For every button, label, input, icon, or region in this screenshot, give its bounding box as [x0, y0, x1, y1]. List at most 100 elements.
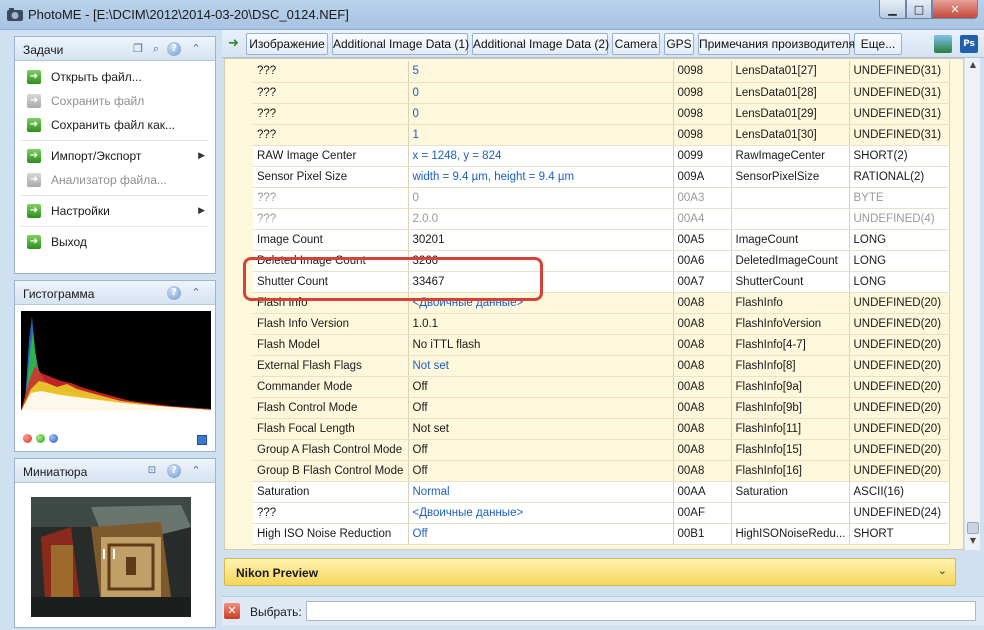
photome-app-icon	[7, 8, 23, 21]
toolbar: ➜ Изображение Additional Image Data (1) …	[222, 30, 984, 58]
task-label: Выход	[51, 235, 87, 249]
tab-camera[interactable]: Camera	[612, 33, 660, 55]
tasks-panel-header: Задачи ❐ ⌕ ? ⌃	[15, 37, 215, 61]
help-icon[interactable]: ?	[167, 42, 181, 56]
help-icon[interactable]: ?	[167, 464, 181, 478]
task-save-file[interactable]: ➜ Сохранить файл	[15, 89, 215, 113]
nikon-preview-bar[interactable]: Nikon Preview ⌄	[224, 558, 956, 586]
table-row[interactable]: Flash Info Version 1.0.1 00A8 FlashInfoVers…	[253, 313, 950, 335]
cell-tag-name	[731, 208, 850, 230]
table-row[interactable]: Image Count 30201 00A5 ImageCount LONG	[253, 229, 950, 251]
table-row[interactable]: External Flash Flags Not set 00A8 FlashInfo…	[253, 355, 950, 377]
search-icon[interactable]: ⌕	[149, 42, 163, 56]
table-row[interactable]: RAW Image Center x = 1248, y = 824 0099 Raw…	[253, 144, 950, 167]
copy-icon[interactable]: ❐	[131, 42, 145, 56]
scrollbar-thumb[interactable]	[967, 522, 979, 534]
cell-name: Commander Mode	[253, 376, 409, 398]
cell-data-type: SHORT(2)	[849, 144, 950, 167]
table-row[interactable]: ??? 5 0098 LensData01[27] UNDEFINED(31)	[253, 61, 950, 83]
help-icon[interactable]: ?	[167, 286, 181, 300]
cell-value: width = 9.4 µm, height = 9.4 µm	[408, 166, 674, 188]
tab-additional-image-data-1[interactable]: Additional Image Data (1)	[332, 33, 469, 55]
cell-tag-code: 00A5	[673, 229, 732, 251]
image-editor-icon[interactable]	[934, 35, 952, 53]
cell-tag-code: 0098	[673, 124, 732, 146]
tab-image[interactable]: Изображение	[246, 33, 328, 55]
table-row[interactable]: ??? 0 0098 LensData01[28] UNDEFINED(31)	[253, 82, 950, 104]
close-button[interactable]: ✕	[932, 0, 978, 19]
table-row[interactable]: ??? 1 0098 LensData01[30] UNDEFINED(31)	[253, 124, 950, 146]
arrow-right-icon: ➜	[27, 70, 41, 84]
go-arrow-icon[interactable]: ➜	[228, 36, 244, 52]
close-select-icon[interactable]: ✕	[224, 603, 240, 619]
cell-data-type: LONG	[849, 271, 950, 293]
cell-name: ???	[253, 502, 409, 524]
green-channel-icon[interactable]	[36, 434, 45, 443]
window-title: PhotoME - [E:\DCIM\2012\2014-03-20\DSC_0…	[28, 7, 349, 22]
cell-tag-code: 00A8	[673, 397, 732, 419]
cell-data-type: UNDEFINED(20)	[849, 291, 950, 314]
blue-channel-icon[interactable]	[49, 434, 58, 443]
table-row[interactable]: ??? 0 0098 LensData01[29] UNDEFINED(31)	[253, 103, 950, 125]
histogram-options-icon[interactable]	[197, 435, 207, 445]
histogram-graph	[21, 311, 211, 411]
table-row[interactable]: Saturation Normal 00AA Saturation ASCII(16)	[253, 480, 950, 503]
cell-data-type: SHORT	[849, 523, 950, 545]
task-save-file-as[interactable]: ➜ Сохранить файл как...	[15, 113, 215, 137]
vertical-scrollbar[interactable]: ▲ ▼	[964, 58, 980, 550]
cell-tag-code: 00A8	[673, 313, 732, 335]
cell-tag-name: Saturation	[731, 480, 850, 503]
table-row[interactable]: Commander Mode Off 00A8 FlashInfo[9a] UNDEFI…	[253, 376, 950, 398]
cell-value: 0	[408, 103, 674, 125]
task-settings[interactable]: ➜ Настройки ▶	[15, 199, 215, 223]
cell-tag-name: LensData01[28]	[731, 82, 850, 104]
submenu-arrow-icon: ▶	[198, 206, 205, 216]
scroll-up-icon[interactable]: ▲	[967, 60, 979, 72]
scroll-down-icon[interactable]: ▼	[967, 536, 979, 548]
cell-data-type: LONG	[849, 250, 950, 272]
red-channel-icon[interactable]	[23, 434, 32, 443]
tab-additional-image-data-2[interactable]: Additional Image Data (2)	[472, 33, 609, 55]
task-exit[interactable]: ➜ Выход	[15, 230, 215, 254]
photoshop-icon[interactable]: Ps	[960, 35, 978, 53]
table-row[interactable]: Flash Model No iTTL flash 00A8 FlashInfo[4-…	[253, 334, 950, 356]
cell-data-type: UNDEFINED(20)	[849, 397, 950, 419]
table-row[interactable]: ??? <Двоичные данные> 00AF UNDEFINED(24)	[253, 502, 950, 524]
task-label: Открыть файл...	[51, 70, 142, 84]
task-import-export[interactable]: ➜ Импорт/Экспорт ▶	[15, 144, 215, 168]
cell-data-type: UNDEFINED(24)	[849, 502, 950, 524]
fit-image-icon[interactable]: ⊡	[145, 464, 159, 478]
task-open-file[interactable]: ➜ Открыть файл...	[15, 65, 215, 89]
cell-data-type: RATIONAL(2)	[849, 166, 950, 188]
table-row[interactable]: Group B Flash Control Mode Off 00A8 FlashIn…	[253, 460, 950, 482]
cell-tag-name	[731, 502, 850, 524]
maximize-button[interactable]: □	[906, 0, 932, 19]
cell-data-type: UNDEFINED(20)	[849, 460, 950, 482]
arrow-right-icon: ➜	[27, 204, 41, 218]
collapse-icon[interactable]: ⌃	[189, 42, 203, 56]
window-controls: ▁ □ ✕	[879, 0, 978, 20]
select-input[interactable]	[306, 601, 976, 621]
table-row[interactable]: Group A Flash Control Mode Off 00A8 FlashIn…	[253, 439, 950, 461]
task-file-analyzer[interactable]: ➜ Анализатор файла...	[15, 168, 215, 192]
histogram-body	[15, 305, 215, 451]
tab-gps[interactable]: GPS	[664, 33, 694, 55]
tab-more[interactable]: Еще...	[854, 33, 902, 55]
cell-data-type: UNDEFINED(31)	[849, 103, 950, 125]
table-row[interactable]: ??? 0 00A3 BYTE	[253, 187, 950, 209]
tab-manufacturer-notes[interactable]: Примечания производителя	[698, 33, 855, 55]
collapse-icon[interactable]: ⌃	[189, 464, 203, 478]
expand-chevron-icon[interactable]: ⌄	[938, 564, 947, 577]
metadata-grid: ??? 5 0098 LensData01[27] UNDEFINED(31)??? 0 0…	[224, 58, 964, 550]
table-row[interactable]: Flash Focal Length Not set 00A8 FlashInfo[1…	[253, 418, 950, 440]
minimize-button[interactable]: ▁	[879, 0, 906, 19]
table-row[interactable]: Sensor Pixel Size width = 9.4 µm, height …	[253, 166, 950, 188]
arrow-right-icon: ➜	[27, 94, 41, 108]
cell-tag-name: FlashInfo[4-7]	[731, 334, 850, 356]
table-row[interactable]: ??? 2.0.0 00A4 UNDEFINED(4)	[253, 208, 950, 230]
cell-tag-code: 009A	[673, 166, 732, 188]
table-row[interactable]: High ISO Noise Reduction Off 00B1 HighISONo…	[253, 523, 950, 545]
collapse-icon[interactable]: ⌃	[189, 286, 203, 300]
histogram-panel: Гистограмма ? ⌃	[14, 280, 216, 452]
table-row[interactable]: Flash Control Mode Off 00A8 FlashInfo[9b] UN…	[253, 397, 950, 419]
